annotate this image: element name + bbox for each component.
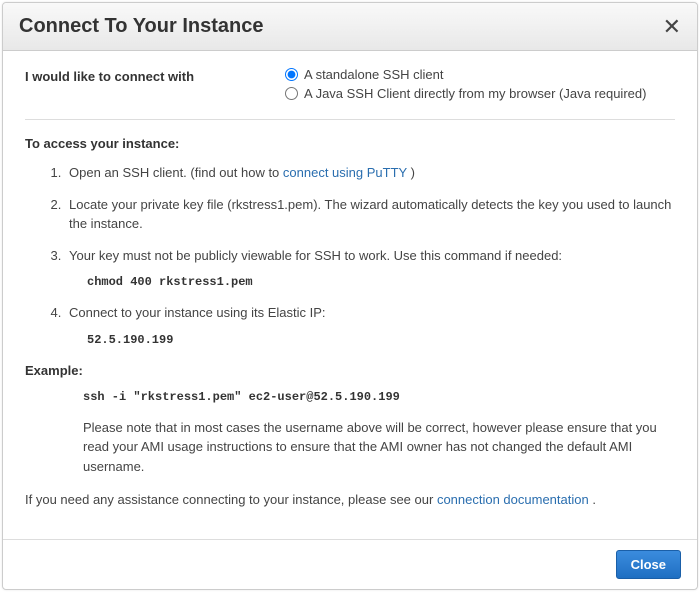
ssh-command: ssh -i "rkstress1.pem" ec2-user@52.5.190… [83,390,675,404]
elastic-ip: 52.5.190.199 [87,331,675,349]
connect-instance-dialog: Connect To Your Instance ✕ I would like … [2,2,698,590]
dialog-header: Connect To Your Instance ✕ [3,3,697,51]
step-2: Locate your private key file (rkstress1.… [65,195,675,234]
connect-method-radio-group: A standalone SSH client A Java SSH Clien… [285,67,675,105]
divider [25,119,675,120]
step-3-text: Your key must not be publicly viewable f… [69,248,562,263]
radio-java-ssh[interactable]: A Java SSH Client directly from my brows… [285,86,675,101]
connection-docs-link[interactable]: connection documentation [437,492,589,507]
connect-method-row: I would like to connect with A standalon… [25,67,675,105]
step-3: Your key must not be publicly viewable f… [65,246,675,292]
close-icon[interactable]: ✕ [663,16,681,38]
step-1: Open an SSH client. (find out how to con… [65,163,675,183]
dialog-footer: Close [3,539,697,589]
connect-method-label: I would like to connect with [25,67,285,84]
steps-list: Open an SSH client. (find out how to con… [65,163,675,349]
example-block: ssh -i "rkstress1.pem" ec2-user@52.5.190… [83,390,675,477]
radio-standalone-label: A standalone SSH client [304,67,443,82]
radio-standalone-ssh[interactable]: A standalone SSH client [285,67,675,82]
radio-java-label: A Java SSH Client directly from my brows… [304,86,646,101]
assistance-text: If you need any assistance connecting to… [25,490,675,510]
access-heading: To access your instance: [25,136,675,151]
chmod-command: chmod 400 rkstress1.pem [87,273,675,291]
radio-standalone-input[interactable] [285,68,298,81]
example-label: Example: [25,363,675,378]
dialog-title: Connect To Your Instance [19,15,263,38]
dialog-content: I would like to connect with A standalon… [3,51,697,539]
close-button[interactable]: Close [616,550,681,579]
step-1-suffix: ) [411,165,415,180]
step-4-text: Connect to your instance using its Elast… [69,305,326,320]
assist-suffix: . [592,492,596,507]
radio-java-input[interactable] [285,87,298,100]
putty-link[interactable]: connect using PuTTY [283,165,407,180]
username-note: Please note that in most cases the usern… [83,418,675,477]
step-1-prefix: Open an SSH client. (find out how to [69,165,283,180]
assist-prefix: If you need any assistance connecting to… [25,492,437,507]
step-4: Connect to your instance using its Elast… [65,303,675,349]
